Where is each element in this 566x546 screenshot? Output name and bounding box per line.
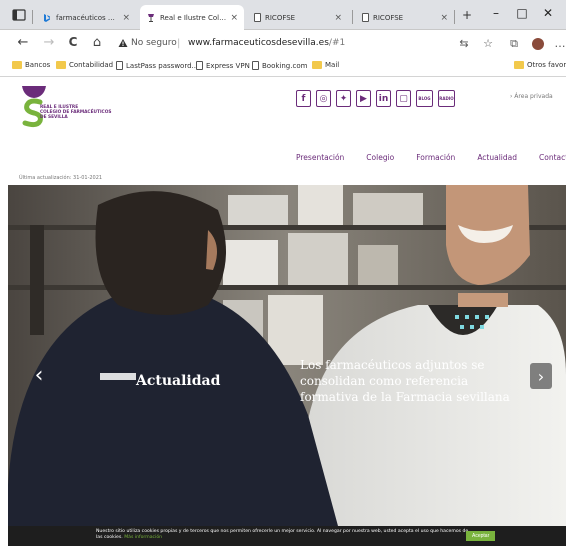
cookie-banner: Nuestro sitio utiliza cookies propias y … (8, 526, 566, 546)
cookie-text: Nuestro sitio utiliza cookies propias y … (96, 529, 476, 541)
logo-line: DE SEVILLA (40, 115, 68, 120)
favorite-star-icon[interactable]: ☆ (480, 37, 496, 50)
tab-title: RICOFSE (265, 13, 296, 22)
tab-title: farmacéuticos de sevilla (56, 13, 118, 22)
nav-colegio[interactable]: Colegio (366, 153, 394, 162)
bookmark-other-favorites[interactable]: Otros favorito (514, 61, 566, 69)
tab-close-icon[interactable]: × (122, 13, 130, 23)
new-tab-button[interactable]: + (462, 8, 472, 22)
tab-farmaceuticos[interactable]: farmacéuticos de sevilla × (36, 5, 136, 30)
social-icons: f ◎ ✦ ▶ in ▢ BLOG RADIO (296, 90, 455, 107)
slider-next-arrow[interactable]: › (530, 363, 552, 389)
hero-photo (8, 185, 566, 526)
bookmark-label: LastPass password... (126, 61, 199, 70)
bookmark-label: Express VPN (206, 61, 250, 70)
bookmark-lastpass[interactable]: LastPass password... (116, 61, 198, 70)
reload-button[interactable]: C (64, 35, 82, 49)
bookmark-label: Booking.com (262, 61, 308, 70)
page-icon (254, 13, 261, 22)
nav-contacto[interactable]: Contacto (539, 153, 566, 162)
bookmark-express-vpn[interactable]: Express VPN (196, 61, 250, 70)
bookmark-bancos[interactable]: Bancos (12, 61, 50, 69)
url-separator: | (177, 38, 181, 49)
instagram-icon[interactable]: ◎ (316, 90, 331, 107)
bookmark-label: Contabilidad (69, 61, 114, 69)
url-field[interactable]: www.farmaceuticosdesevilla.es/#1 (188, 38, 345, 48)
last-updated-text: Última actualización: 31-01-2021 (19, 175, 103, 181)
profile-avatar[interactable] (532, 38, 544, 50)
nav-formacion[interactable]: Formación (416, 153, 455, 162)
hero-slider: ‹ Actualidad Los farmacéuticos adjuntos … (8, 185, 566, 526)
linkedin-icon[interactable]: in (376, 90, 391, 107)
page-icon (362, 13, 369, 22)
tab-separator (352, 10, 353, 24)
close-window-button[interactable]: ✕ (538, 6, 558, 20)
url-hash: /#1 (328, 38, 346, 48)
logo-text: REAL E ILUSTRE COLEGIO DE FARMACÉUTICOS … (40, 105, 111, 120)
collections-icon[interactable]: ⧉ (506, 37, 522, 51)
read-aloud-icon[interactable]: ⇆ (456, 37, 472, 50)
tab-real-e-ilustre[interactable]: Real e Ilustre Colegio de × (140, 5, 244, 30)
bookmark-contabilidad[interactable]: Contabilidad (56, 61, 113, 69)
tab-close-icon[interactable]: × (334, 13, 342, 23)
back-button[interactable]: ← (14, 35, 32, 50)
url-host: www.farmaceuticosdesevilla.es (188, 38, 329, 48)
security-indicator[interactable]: No seguro (118, 38, 177, 48)
more-menu-icon[interactable]: … (552, 37, 566, 50)
blog-icon[interactable]: BLOG (416, 90, 433, 107)
site-header: REAL E ILUSTRE COLEGIO DE FARMACÉUTICOS … (0, 77, 566, 185)
tab-separator (32, 10, 33, 24)
forward-button[interactable]: → (40, 35, 58, 50)
page-icon (252, 61, 259, 70)
browser-tab-strip: farmacéuticos de sevilla × Real e Ilustr… (0, 0, 566, 30)
minimize-button[interactable]: – (486, 6, 506, 20)
cookie-accept-button[interactable]: Aceptar (466, 531, 496, 541)
bookmark-label: Otros favorito (527, 61, 566, 69)
maximize-button[interactable]: □ (512, 6, 532, 20)
private-area-link[interactable]: › Área privada (510, 93, 553, 100)
tab-ricofse-1[interactable]: RICOFSE × (248, 5, 348, 30)
folder-icon (56, 61, 66, 69)
bookmark-label: Mail (325, 61, 340, 69)
cookie-more-info-link[interactable]: Más información (124, 535, 162, 540)
security-label: No seguro (131, 38, 177, 48)
bookmarks-bar: Bancos Contabilidad LastPass password...… (0, 57, 566, 77)
hero-label-bar (100, 373, 136, 380)
slider-prev-arrow[interactable]: ‹ (28, 362, 50, 388)
home-button[interactable]: ⌂ (88, 35, 106, 50)
window-menu-icon[interactable] (12, 8, 26, 22)
folder-icon (12, 61, 22, 69)
bookmark-label: Bancos (25, 61, 51, 69)
page-icon (196, 61, 203, 70)
nav-presentacion[interactable]: Presentación (296, 153, 344, 162)
tab-title: RICOFSE (373, 13, 404, 22)
tab-close-icon[interactable]: × (440, 13, 448, 23)
warning-icon (118, 39, 128, 47)
tab-title: Real e Ilustre Colegio de (160, 13, 226, 22)
main-nav: Presentación Colegio Formación Actualida… (296, 153, 566, 162)
facebook-icon[interactable]: f (296, 90, 311, 107)
tablet-icon[interactable]: ▢ (396, 90, 411, 107)
folder-icon (514, 61, 524, 69)
tab-separator (454, 10, 455, 24)
hero-section-label[interactable]: Actualidad (136, 373, 220, 389)
hero-caption[interactable]: Los farmacéuticos adjuntos se consolidan… (300, 357, 530, 405)
site-chalice-icon (148, 13, 154, 22)
folder-icon (312, 61, 322, 69)
bookmark-mail[interactable]: Mail (312, 61, 339, 69)
bookmark-booking[interactable]: Booking.com (252, 61, 307, 70)
youtube-icon[interactable]: ▶ (356, 90, 371, 107)
page-icon (116, 61, 123, 70)
nav-actualidad[interactable]: Actualidad (477, 153, 517, 162)
radio-icon[interactable]: RADIO (438, 90, 455, 107)
bing-icon (44, 13, 50, 22)
twitter-icon[interactable]: ✦ (336, 90, 351, 107)
address-bar-row: ← → C ⌂ No seguro | www.farmaceuticosdes… (0, 30, 566, 57)
tab-ricofse-2[interactable]: RICOFSE × (356, 5, 454, 30)
tab-close-icon[interactable]: × (230, 13, 238, 23)
